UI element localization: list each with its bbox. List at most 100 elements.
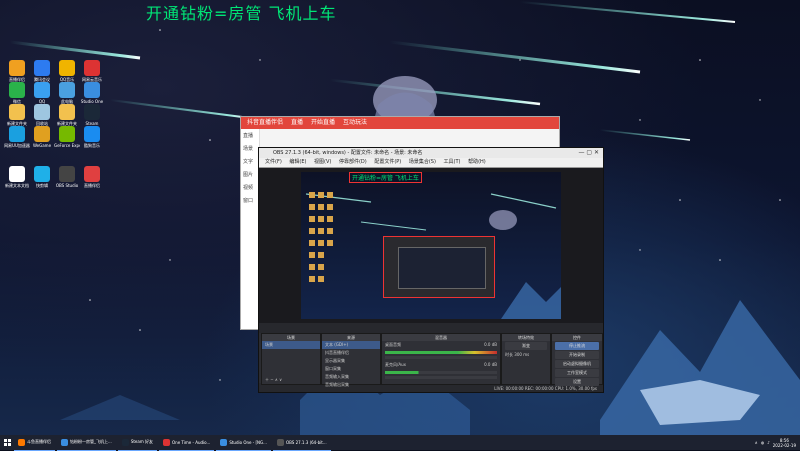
menu-tools[interactable]: 工具(T) xyxy=(444,159,461,165)
obs-window[interactable]: OBS 27.1.3 (64-bit, windows) - 配置文件: 未命名… xyxy=(258,147,604,393)
app-title: 抖音直播伴侣 xyxy=(247,119,284,126)
volume-slider[interactable] xyxy=(385,356,497,359)
app-icon xyxy=(84,82,100,98)
obs-preview-canvas[interactable]: 开通钻粉=房管 飞机上车 xyxy=(301,172,561,319)
settings-button[interactable]: 设置 xyxy=(555,378,599,386)
sidebar-item[interactable]: 场景 xyxy=(241,142,259,155)
sidebar-item[interactable]: 文字 xyxy=(241,155,259,168)
desktop-icon[interactable]: 直播伴侣 xyxy=(4,60,30,82)
app-icon xyxy=(84,126,100,142)
taskbar-app-button[interactable]: 钻粉粉—房管_飞机上... xyxy=(57,435,116,451)
desktop-icon-label: 新建文本文档 xyxy=(5,183,29,188)
duration-row: 时长 300 ms xyxy=(502,351,550,359)
desktop-icon[interactable]: 腾讯会议 xyxy=(29,60,55,82)
taskbar-app-button[interactable]: 斗鱼直播伴侣 xyxy=(14,435,55,451)
sidebar-item[interactable]: 窗口 xyxy=(241,194,259,207)
virtual-camera-button[interactable]: 启动虚拟摄像机 xyxy=(555,360,599,368)
app-icon xyxy=(18,438,25,446)
scene-item[interactable]: 场景 xyxy=(262,341,320,349)
desktop-icon[interactable]: OBS Studio xyxy=(54,166,80,188)
app-icon xyxy=(34,126,50,142)
app-icon xyxy=(61,438,68,446)
stream-overlay-title: 开通钻粉=房管 飞机上车 xyxy=(146,4,337,23)
source-item[interactable]: 显示器采集 xyxy=(322,357,380,365)
duration-label: 时长 xyxy=(505,352,513,357)
folder-icon xyxy=(59,104,75,120)
mixer-channel-name: 桌面音频 xyxy=(385,342,401,347)
desktop-icon[interactable]: 新建文本文档 xyxy=(4,166,30,188)
tab-interaction[interactable]: 互动玩法 xyxy=(343,117,367,129)
taskbar-clock[interactable]: 8:56 2022-02-19 xyxy=(773,438,796,448)
stop-streaming-button[interactable]: 停止推流 xyxy=(555,342,599,350)
source-item[interactable]: 抖音直播伴侣 xyxy=(322,349,380,357)
sidebar-item[interactable]: 图片 xyxy=(241,168,259,181)
window-controls[interactable]: — ▢ ✕ xyxy=(578,148,599,158)
start-button[interactable] xyxy=(0,435,14,450)
source-item[interactable]: 音频输出采集 xyxy=(322,381,380,389)
desktop-icon[interactable]: Studio One xyxy=(79,82,105,104)
desktop-icon[interactable]: GeForce Experience xyxy=(54,126,80,148)
app-icon xyxy=(84,166,100,182)
desktop-icon[interactable]: 新建文件夹 xyxy=(54,104,80,126)
steam-icon xyxy=(84,104,100,120)
document-icon xyxy=(9,166,25,182)
app-icon xyxy=(9,82,25,98)
desktop-icon[interactable]: 此电脑 xyxy=(54,82,80,104)
source-item[interactable]: 窗口采集 xyxy=(322,365,380,373)
menu-edit[interactable]: 编辑(E) xyxy=(289,159,306,165)
desktop-icon[interactable]: QQ xyxy=(29,82,55,104)
windows-icon xyxy=(3,439,11,446)
app-icon xyxy=(9,60,25,76)
taskbar-app-button[interactable]: Steam 好友 xyxy=(117,435,158,451)
tab-start-live[interactable]: 开始直播 xyxy=(311,117,335,129)
sidebar-item[interactable]: 视频 xyxy=(241,181,259,194)
app-icon xyxy=(59,60,75,76)
start-recording-button[interactable]: 开始录制 xyxy=(555,351,599,359)
desktop-icon[interactable]: 回收站 xyxy=(29,104,55,126)
menu-scene-collection[interactable]: 场景集合(S) xyxy=(409,159,436,165)
obs-menubar: 文件(F) 编辑(E) 视图(V) 停靠部件(D) 配置文件(P) 场景集合(S… xyxy=(259,158,603,168)
taskbar-app-button[interactable]: OBS 27.1.3 (64-bit... xyxy=(272,435,331,451)
volume-slider[interactable] xyxy=(385,376,497,379)
menu-docks[interactable]: 停靠部件(D) xyxy=(339,159,367,165)
scene-controls[interactable]: ＋ − ∧ ∨ xyxy=(265,377,282,383)
desktop-icon[interactable]: Steam xyxy=(79,104,105,126)
folder-icon xyxy=(9,104,25,120)
taskbar-app-label: OBS 27.1.3 (64-bit... xyxy=(285,439,327,445)
desktop-icon[interactable]: WeGame xyxy=(29,126,55,148)
mixer-channel-label: 麦克风/Aux 0.0 dB xyxy=(382,361,500,369)
computer-icon xyxy=(59,82,75,98)
tab-live[interactable]: 直播 xyxy=(291,117,303,129)
source-item[interactable]: 文本 (GDI+) xyxy=(322,341,380,349)
volume-meter xyxy=(385,351,497,354)
app-icon xyxy=(34,82,50,98)
network-icon[interactable]: ◍ xyxy=(761,440,765,445)
taskbar-app-button[interactable]: One Time - Audio... xyxy=(159,435,215,451)
desktop-icon[interactable]: 酷狗音乐 xyxy=(79,126,105,148)
app-titlebar[interactable]: 抖音直播伴侣 直播 开始直播 互动玩法 xyxy=(241,117,559,129)
menu-file[interactable]: 文件(F) xyxy=(265,159,282,165)
desktop-icon[interactable]: 网易云音乐 xyxy=(79,60,105,82)
volume-icon[interactable]: ♪ xyxy=(767,440,770,445)
desktop-icon-label: WeGame xyxy=(32,143,52,148)
sidebar-item[interactable]: 直播 xyxy=(241,129,259,142)
transitions-header: 转场特效 xyxy=(502,334,550,341)
source-item[interactable]: 音频输入采集 xyxy=(322,373,380,381)
tray-chevron-icon[interactable]: ∧ xyxy=(755,440,758,445)
menu-profile[interactable]: 配置文件(P) xyxy=(374,159,401,165)
duration-input[interactable]: 300 ms xyxy=(514,352,529,357)
desktop-icon[interactable]: 直播伴侣 xyxy=(79,166,105,188)
menu-view[interactable]: 视图(V) xyxy=(314,159,331,165)
obs-titlebar[interactable]: OBS 27.1.3 (64-bit, windows) - 配置文件: 未命名… xyxy=(259,148,603,158)
desktop-icon[interactable]: 微信 xyxy=(4,82,30,104)
menu-help[interactable]: 帮助(H) xyxy=(468,159,486,165)
obs-preview-area: 开通钻粉=房管 飞机上车 文本(GDI+) 属性 滤镜 开通钻粉=房管 飞机上车 xyxy=(259,168,603,349)
desktop-icon[interactable]: QQ音乐 xyxy=(54,60,80,82)
desktop-icon[interactable]: 网易UU加速器 xyxy=(4,126,30,148)
scenes-dock: 场景 场景 ＋ − ∧ ∨ xyxy=(261,333,321,385)
taskbar-app-button[interactable]: Studio One - [NG... xyxy=(216,435,271,451)
desktop-icon[interactable]: 新建文件夹 xyxy=(4,104,30,126)
desktop-icon[interactable]: 快剪辑 xyxy=(29,166,55,188)
transition-select[interactable]: 渐变 xyxy=(505,342,547,350)
studio-mode-button[interactable]: 工作室模式 xyxy=(555,369,599,377)
